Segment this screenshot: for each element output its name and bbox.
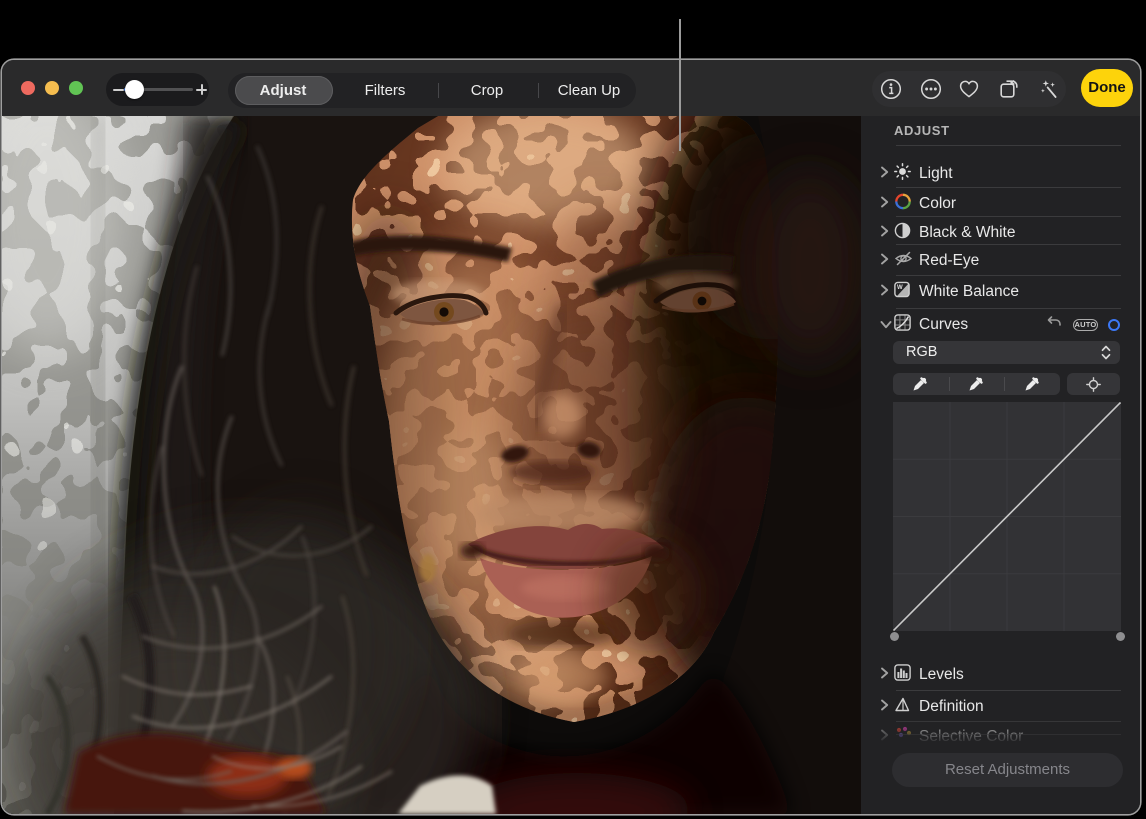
- svg-text:W: W: [897, 285, 903, 291]
